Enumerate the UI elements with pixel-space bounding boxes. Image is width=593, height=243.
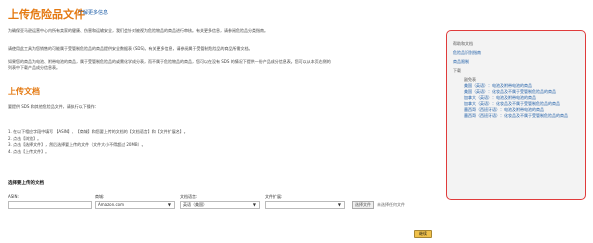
extension-label: 文件扩展: (265, 194, 283, 199)
asin-label: ASIN: (8, 194, 19, 199)
intro-paragraph-2: 请使用此工具为您销售的可能属于受管制危险品的商品提供安全数据表 (SDS)。有关… (8, 46, 253, 51)
upload-description: 要提供 SDS 和其他危险品文件，请执行以下操作： (8, 104, 99, 109)
language-value: 英语（美国） (183, 202, 207, 207)
no-file-text: 未选择任何文件 (377, 202, 405, 207)
chevron-down-icon: ▼ (337, 202, 341, 207)
chevron-down-icon: ▼ (252, 202, 256, 207)
step-item: 1. 在以下相应字段中填写 【ASIN】、【商城】和您要上传的文档的【文档语言】… (8, 129, 188, 134)
upload-section-title: 上传文档 (8, 87, 40, 96)
intro-paragraph-1: 为确保亚马逊运营中心内所有卖家的健康、伤害和运输安全，我们会针对被视为危险物品的… (8, 28, 268, 33)
upload-button[interactable]: 继续 (414, 230, 432, 238)
sidebar-panel: 帮助和文档 危险品识别指南 商品限制 下载 副免表 美国（英语）：电池及附带电池… (446, 30, 586, 200)
download-link[interactable]: 墨西哥（西班牙语）：化妆品及不属于受管制危险品的商品 (453, 113, 581, 119)
upload-steps: 1. 在以下相应字段中填写 【ASIN】、【商城】和您要上传的文档的【文档语言】… (8, 129, 188, 155)
language-select[interactable]: 英语（美国） ▼ (180, 201, 260, 209)
extension-select[interactable]: ▼ (265, 201, 345, 209)
learn-more-link[interactable]: 了解更多信息 (78, 9, 108, 16)
choose-file-button[interactable]: 选择文件 (352, 201, 374, 209)
marketplace-label: 商城: (95, 194, 105, 199)
intro-paragraph-3: 如果您的商品为电池、附带电池的商品，属于受管制危险品的或需化学成分表，而不属于危… (8, 59, 331, 70)
form-title: 选择要上传的文档 (8, 181, 44, 186)
marketplace-select[interactable]: Amazon.com ▼ (95, 201, 175, 209)
asin-input[interactable] (8, 201, 92, 209)
page-title: 上传危险品文件 (8, 8, 85, 21)
marketplace-value: Amazon.com (98, 202, 124, 207)
chevron-down-icon: ▼ (167, 202, 171, 207)
language-label: 文档语言: (180, 194, 198, 199)
step-item: 4. 点击【上传文件】。 (8, 148, 50, 154)
